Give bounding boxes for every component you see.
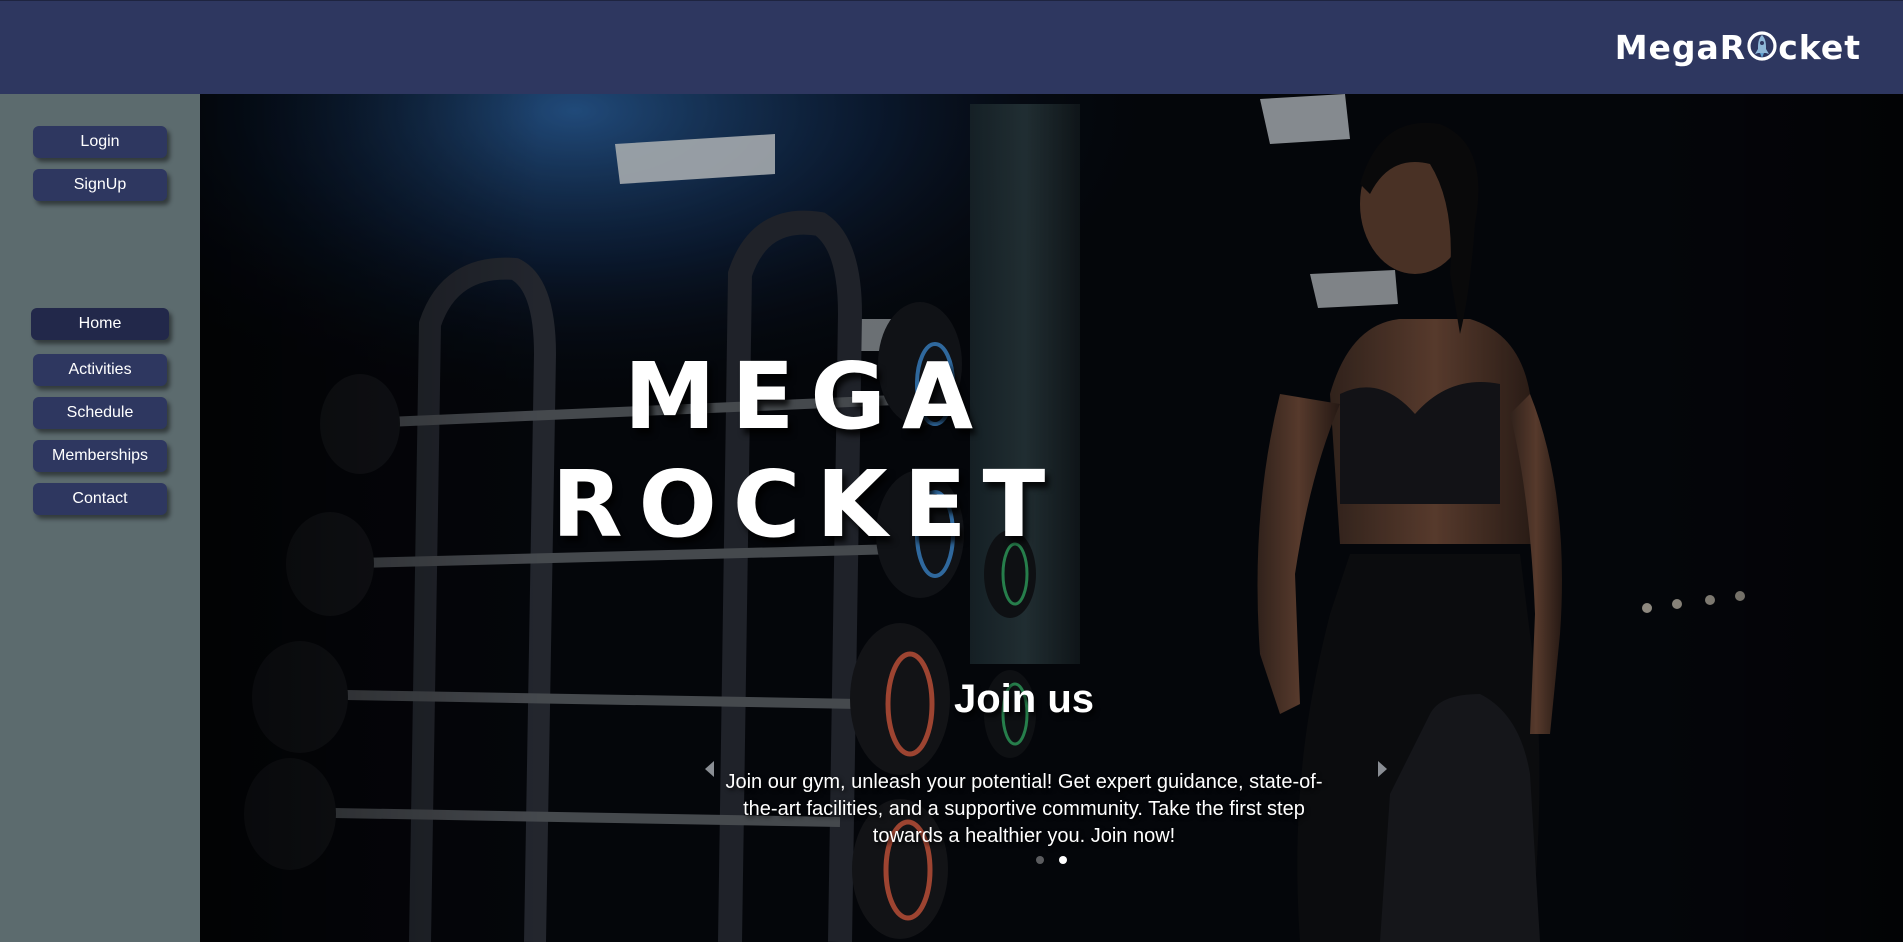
rocket-icon <box>1747 29 1777 63</box>
hero-title-line-2: ROCKET <box>551 451 1062 558</box>
nav-activities[interactable]: Activities <box>33 354 167 386</box>
nav-memberships[interactable]: Memberships <box>33 440 167 472</box>
hero-carousel: MEGA ROCKET Join us Join our gym, unleas… <box>200 94 1903 942</box>
caption-description: Join our gym, unleash your potential! Ge… <box>725 771 1323 847</box>
logo-text-end: cket <box>1778 27 1861 67</box>
chevron-right-icon <box>1378 761 1387 777</box>
logo-text-start: MegaR <box>1614 27 1747 67</box>
hero-title-line-1: MEGA <box>623 343 990 450</box>
nav-home[interactable]: Home <box>31 308 169 340</box>
caption-title: Join us <box>953 677 1095 721</box>
brand-logo[interactable]: MegaR cket <box>1615 25 1861 69</box>
carousel-indicators <box>1036 856 1067 864</box>
nav-contact[interactable]: Contact <box>33 483 167 515</box>
carousel-indicator-2[interactable] <box>1059 856 1067 864</box>
signup-button[interactable]: SignUp <box>33 169 167 201</box>
login-button[interactable]: Login <box>33 126 167 158</box>
carousel-indicator-1[interactable] <box>1036 856 1044 864</box>
nav-schedule[interactable]: Schedule <box>33 397 167 429</box>
carousel-next-button[interactable] <box>1374 758 1390 780</box>
sidebar: Login SignUp Home Activities Schedule Me… <box>0 94 200 942</box>
top-header: MegaR cket <box>0 0 1903 94</box>
